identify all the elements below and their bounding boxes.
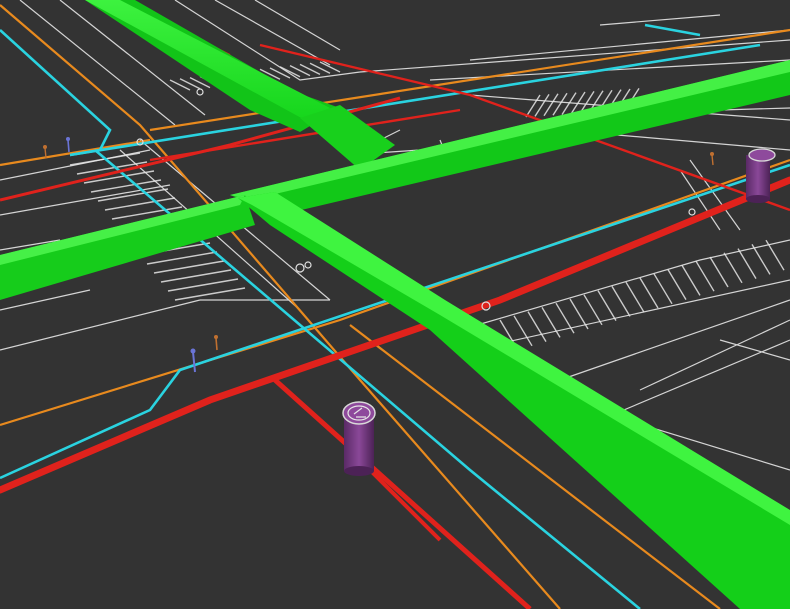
crosswalk-stripe	[513, 315, 533, 347]
manhole-lid	[748, 148, 776, 162]
pin-icon[interactable]	[190, 348, 196, 373]
crosswalk-stripe	[541, 307, 561, 338]
crosswalk-stripe	[723, 252, 743, 284]
cyan-line-segment	[0, 29, 112, 157]
pin-icon[interactable]	[66, 137, 70, 153]
crosswalk-stripe	[309, 62, 331, 74]
pin-icon[interactable]	[214, 335, 218, 351]
crosswalk-stripe	[751, 244, 771, 275]
crosswalk-stripe	[269, 67, 291, 79]
crosswalk-stripe	[552, 92, 568, 116]
red-line-segment	[273, 378, 532, 609]
crosswalk-stripe	[160, 269, 232, 283]
crosswalk-stripe	[169, 79, 191, 91]
curb-line	[254, 0, 341, 51]
crosswalk-stripe	[625, 281, 645, 313]
crosswalk-stripe	[97, 188, 169, 202]
manhole-shaft	[746, 155, 770, 199]
curb-line	[359, 39, 790, 73]
crosswalk-stripe	[289, 64, 311, 77]
valve-icon[interactable]	[295, 263, 305, 273]
valve-icon[interactable]	[196, 88, 204, 96]
manhole-right[interactable]	[746, 148, 776, 203]
crosswalk-stripe	[174, 287, 246, 301]
crosswalk-stripe	[765, 239, 785, 271]
cyan-line-segment	[644, 23, 701, 37]
conduit-side	[238, 192, 790, 609]
pin-icon[interactable]	[43, 145, 47, 159]
crosswalk-stripe	[583, 294, 603, 326]
curb-line	[0, 184, 171, 216]
lane-line	[599, 14, 721, 26]
crosswalk-stripe	[534, 94, 550, 117]
scene-canvas[interactable]	[0, 0, 790, 609]
crosswalk-stripe	[569, 298, 589, 330]
manhole-base	[344, 466, 374, 476]
crosswalk-stripe	[146, 251, 218, 265]
conduit-top	[85, 0, 330, 120]
crosswalk-stripe	[597, 290, 617, 321]
orange-line-segment	[0, 138, 151, 167]
curb-line	[639, 319, 790, 391]
curb-line	[719, 339, 790, 361]
valve-icon[interactable]	[688, 208, 696, 216]
curb-line	[0, 299, 201, 351]
crosswalk-stripe	[543, 93, 559, 117]
crosswalk-stripe	[667, 269, 687, 300]
crosswalk-stripe	[179, 78, 201, 90]
crosswalk-stripe	[737, 248, 757, 279]
red-line-segment	[363, 463, 442, 542]
cyan-line-segment	[0, 163, 790, 480]
pin-icon[interactable]	[710, 152, 714, 166]
crosswalk-stripe	[709, 256, 729, 288]
3d-map-viewport[interactable]	[0, 0, 790, 609]
crosswalk-stripe	[695, 260, 715, 292]
crosswalk-stripe	[639, 277, 659, 309]
crosswalk-stripe	[279, 66, 301, 78]
crosswalk-stripe	[525, 94, 541, 118]
crosswalk-stripe	[611, 286, 631, 317]
valve-icon[interactable]	[304, 261, 312, 269]
manhole-base	[746, 195, 770, 203]
crosswalk-stripe	[299, 63, 321, 76]
crosswalk-stripe	[681, 265, 701, 296]
manhole-center[interactable]	[342, 401, 376, 476]
crosswalk-stripe	[90, 179, 162, 193]
crosswalk-stripe	[153, 260, 225, 274]
crosswalk-stripe	[653, 273, 673, 305]
crosswalk-stripe	[167, 278, 239, 292]
